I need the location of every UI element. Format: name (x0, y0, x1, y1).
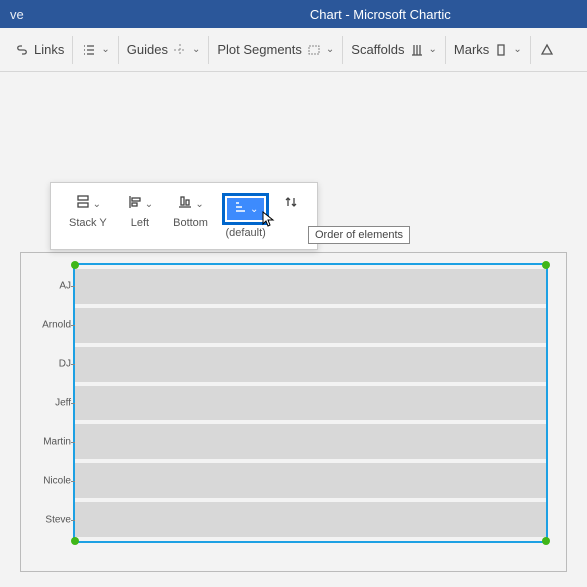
bar[interactable] (75, 269, 546, 304)
chevron-down-icon: ⌄ (326, 44, 334, 55)
y-tick (71, 481, 75, 482)
ribbon: Links ⌄ Guides ⌄ Plot Segments ⌄ Sc (0, 28, 587, 72)
y-axis-label: DJ (35, 359, 71, 370)
bar[interactable] (75, 347, 546, 382)
shape-icon (539, 42, 555, 58)
bar[interactable] (75, 502, 546, 537)
y-tick (71, 364, 75, 365)
floating-toolbar: ⌄ Stack Y ⌄ Left ⌄ (50, 182, 318, 250)
chevron-down-icon: ⌄ (101, 44, 109, 55)
stack-y-icon (75, 194, 91, 215)
titlebar: ve Chart - Microsoft Chartic (0, 0, 587, 28)
sort-icon (233, 200, 247, 219)
tool-default-label: (default) (225, 227, 265, 239)
chevron-down-icon: ⌄ (195, 199, 203, 210)
ribbon-marks-label: Marks (454, 42, 489, 57)
ribbon-links-list[interactable]: ⌄ (73, 36, 118, 64)
tooltip: Order of elements (308, 226, 410, 244)
chevron-down-icon: ⌄ (513, 44, 521, 55)
ribbon-links-label: Links (34, 42, 64, 57)
y-axis-label: AJ (35, 281, 71, 292)
chevron-down-icon: ⌄ (192, 44, 200, 55)
bar-row[interactable]: Jeff (75, 384, 546, 423)
y-tick (71, 403, 75, 404)
plot-container: AJArnoldDJJeffMartinNicoleSteve (20, 252, 567, 572)
chevron-down-icon: ⌄ (250, 204, 258, 215)
ribbon-marks[interactable]: Marks ⌄ (446, 36, 531, 64)
guides-icon (172, 42, 188, 58)
bar-row[interactable]: AJ (75, 267, 546, 306)
marks-icon (493, 42, 509, 58)
y-tick (71, 442, 75, 443)
ribbon-plotseg-label: Plot Segments (217, 42, 302, 57)
ribbon-guides-label: Guides (127, 42, 168, 57)
y-axis-label: Arnold (35, 320, 71, 331)
tool-swap[interactable] (273, 189, 309, 243)
ribbon-extra[interactable] (531, 36, 563, 64)
bar-row[interactable]: DJ (75, 345, 546, 384)
bar-row[interactable]: Steve (75, 500, 546, 539)
titlebar-title: Chart - Microsoft Chartic (24, 7, 577, 22)
chevron-down-icon: ⌄ (93, 199, 101, 210)
bar[interactable] (75, 424, 546, 459)
bar[interactable] (75, 463, 546, 498)
ribbon-links[interactable]: Links (6, 36, 73, 64)
chevron-down-icon: ⌄ (145, 199, 153, 210)
titlebar-left: ve (10, 7, 24, 22)
y-axis-label: Martin (35, 436, 71, 447)
tool-left-label: Left (131, 217, 149, 229)
tool-bottom[interactable]: ⌄ Bottom (163, 189, 218, 243)
tool-bottom-label: Bottom (173, 217, 208, 229)
list-icon (81, 42, 97, 58)
align-left-icon (127, 194, 143, 215)
tool-stacky-label: Stack Y (69, 217, 107, 229)
swap-icon (283, 194, 299, 215)
y-axis-label: Steve (35, 514, 71, 525)
links-icon (14, 42, 30, 58)
ribbon-guides[interactable]: Guides ⌄ (119, 36, 210, 64)
ribbon-scaffolds-label: Scaffolds (351, 42, 404, 57)
bar[interactable] (75, 386, 546, 421)
tool-left[interactable]: ⌄ Left (117, 189, 163, 243)
chevron-down-icon: ⌄ (429, 44, 437, 55)
ribbon-plot-segments[interactable]: Plot Segments ⌄ (209, 36, 343, 64)
y-tick (71, 520, 75, 521)
cursor-arrow-icon (262, 211, 276, 229)
tool-stack-y[interactable]: ⌄ Stack Y (59, 189, 117, 243)
bar[interactable] (75, 308, 546, 343)
y-tick (71, 325, 75, 326)
rect-icon (306, 42, 322, 58)
plot-selection-rect[interactable]: AJArnoldDJJeffMartinNicoleSteve (73, 263, 548, 543)
bar-row[interactable]: Martin (75, 422, 546, 461)
ribbon-scaffolds[interactable]: Scaffolds ⌄ (343, 36, 446, 64)
bars-container: AJArnoldDJJeffMartinNicoleSteve (75, 265, 546, 541)
bar-row[interactable]: Nicole (75, 461, 546, 500)
bar-row[interactable]: Arnold (75, 306, 546, 345)
y-axis-label: Jeff (35, 398, 71, 409)
y-axis-label: Nicole (35, 475, 71, 486)
scaffold-icon (409, 42, 425, 58)
y-tick (71, 286, 75, 287)
canvas-area: ⌄ Stack Y ⌄ Left ⌄ (0, 72, 587, 587)
align-bottom-icon (177, 194, 193, 215)
